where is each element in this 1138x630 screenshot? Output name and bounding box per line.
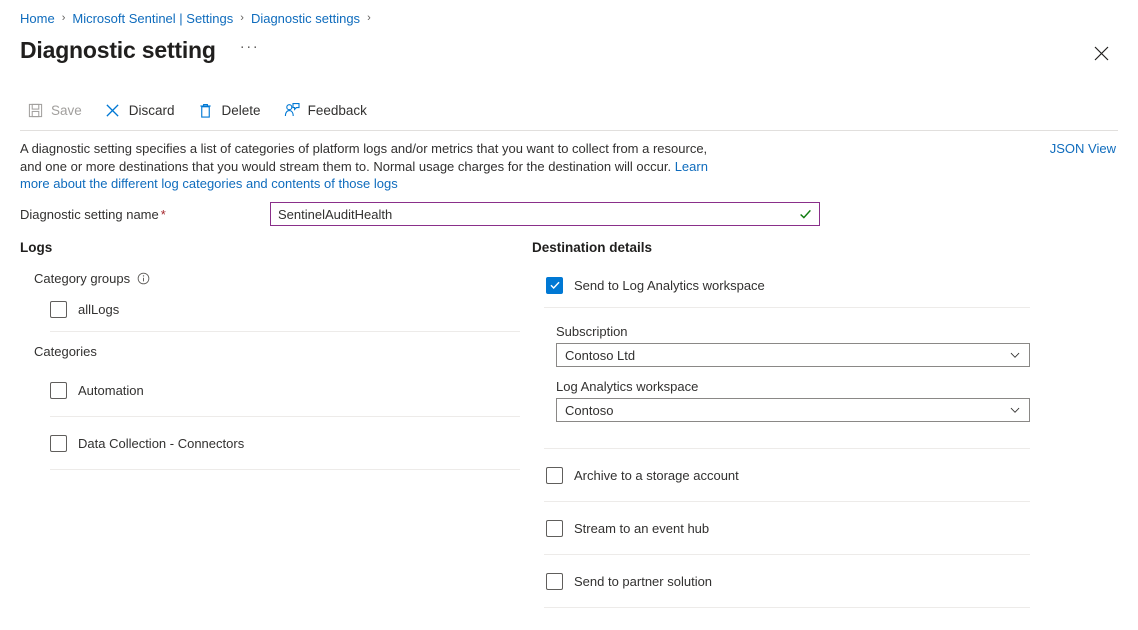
destination-details-section: Destination details Send to Log Analytic… (532, 240, 1032, 608)
json-view-link[interactable]: JSON View (1050, 141, 1116, 156)
checkbox-label-data-collection-connectors: Data Collection - Connectors (78, 436, 244, 451)
command-bar: Save Discard Delete (20, 98, 383, 122)
checkbox-label-automation: Automation (78, 383, 144, 398)
checkbox-row-stream-event-hub[interactable]: Stream to an event hub (546, 514, 1032, 542)
breadcrumb-separator-icon: › (367, 9, 371, 27)
title-row: Diagnostic setting ··· (20, 34, 259, 66)
checkbox-row-send-to-log-analytics[interactable]: Send to Log Analytics workspace (546, 271, 1032, 299)
toolbar-divider (20, 130, 1118, 131)
checkbox-data-collection-connectors[interactable] (50, 435, 67, 452)
description-text: A diagnostic setting specifies a list of… (20, 140, 720, 193)
category-groups-label-row: Category groups (34, 271, 520, 286)
checkbox-row-archive-storage-account[interactable]: Archive to a storage account (546, 461, 1032, 489)
chevron-down-icon (1009, 349, 1029, 361)
log-analytics-workspace-field: Log Analytics workspace Contoso (556, 379, 1030, 422)
checkbox-label-send-partner-solution: Send to partner solution (574, 574, 712, 589)
breadcrumb-item-sentinel-settings[interactable]: Microsoft Sentinel | Settings (72, 10, 233, 28)
checkbox-archive-storage-account[interactable] (546, 467, 563, 484)
checkbox-row-automation[interactable]: Automation (50, 376, 520, 404)
destination-details-title: Destination details (532, 240, 1032, 255)
subscription-label: Subscription (556, 324, 1030, 339)
subscription-dropdown[interactable]: Contoso Ltd (556, 343, 1030, 367)
logs-divider (50, 469, 520, 470)
discard-button[interactable]: Discard (98, 98, 185, 122)
categories-label: Categories (34, 344, 97, 359)
delete-button[interactable]: Delete (191, 98, 271, 122)
validation-check-icon (799, 208, 812, 221)
delete-button-label: Delete (222, 103, 261, 118)
feedback-button-label: Feedback (308, 103, 367, 118)
checkbox-stream-event-hub[interactable] (546, 520, 563, 537)
more-options-button[interactable]: ··· (240, 38, 260, 55)
page-title: Diagnostic setting (20, 34, 216, 66)
diagnostic-setting-name-input-wrap (270, 202, 820, 226)
checkbox-row-data-collection-connectors[interactable]: Data Collection - Connectors (50, 429, 520, 457)
close-button[interactable] (1088, 40, 1114, 66)
checkbox-row-send-partner-solution[interactable]: Send to partner solution (546, 567, 1032, 595)
breadcrumb: Home › Microsoft Sentinel | Settings › D… (20, 10, 378, 28)
categories-label-row: Categories (34, 344, 520, 359)
save-button[interactable]: Save (20, 98, 92, 122)
checkbox-label-archive-storage-account: Archive to a storage account (574, 468, 739, 483)
log-analytics-workspace-label: Log Analytics workspace (556, 379, 1030, 394)
close-icon (1094, 46, 1109, 61)
breadcrumb-separator-icon: › (62, 9, 66, 27)
trash-icon (197, 101, 215, 119)
destination-divider (544, 607, 1030, 608)
required-marker: * (161, 207, 166, 222)
checkbox-row-alllogs[interactable]: allLogs (50, 295, 520, 323)
discard-icon (104, 101, 122, 119)
logs-section-title: Logs (20, 240, 520, 255)
description-body: A diagnostic setting specifies a list of… (20, 141, 707, 174)
feedback-button[interactable]: Feedback (277, 98, 377, 122)
log-analytics-workspace-dropdown[interactable]: Contoso (556, 398, 1030, 422)
checkmark-icon (549, 279, 561, 291)
checkbox-label-alllogs: allLogs (78, 302, 119, 317)
checkbox-alllogs[interactable] (50, 301, 67, 318)
chevron-down-icon (1009, 404, 1029, 416)
checkbox-label-send-to-log-analytics: Send to Log Analytics workspace (574, 278, 765, 293)
diagnostic-setting-name-input[interactable] (271, 203, 819, 225)
name-label-text: Diagnostic setting name (20, 207, 159, 222)
checkbox-send-partner-solution[interactable] (546, 573, 563, 590)
feedback-icon (283, 101, 301, 119)
checkbox-automation[interactable] (50, 382, 67, 399)
save-button-label: Save (51, 103, 82, 118)
diagnostic-setting-blade: Home › Microsoft Sentinel | Settings › D… (0, 0, 1138, 630)
subscription-value: Contoso Ltd (557, 348, 1009, 363)
breadcrumb-separator-icon: › (240, 9, 244, 27)
diagnostic-setting-name-label: Diagnostic setting name* (20, 207, 270, 222)
breadcrumb-item-diagnostic-settings[interactable]: Diagnostic settings (251, 10, 360, 28)
subscription-field: Subscription Contoso Ltd (556, 324, 1030, 367)
logs-section: Logs Category groups allLogs Categories (20, 240, 520, 470)
checkbox-send-to-log-analytics[interactable] (546, 277, 563, 294)
log-analytics-workspace-value: Contoso (557, 403, 1009, 418)
checkbox-label-stream-event-hub: Stream to an event hub (574, 521, 709, 536)
diagnostic-setting-name-row: Diagnostic setting name* (20, 202, 820, 226)
breadcrumb-item-home[interactable]: Home (20, 10, 55, 28)
discard-button-label: Discard (129, 103, 175, 118)
save-icon (26, 101, 44, 119)
category-groups-label: Category groups (34, 271, 130, 286)
info-icon[interactable] (137, 272, 150, 285)
